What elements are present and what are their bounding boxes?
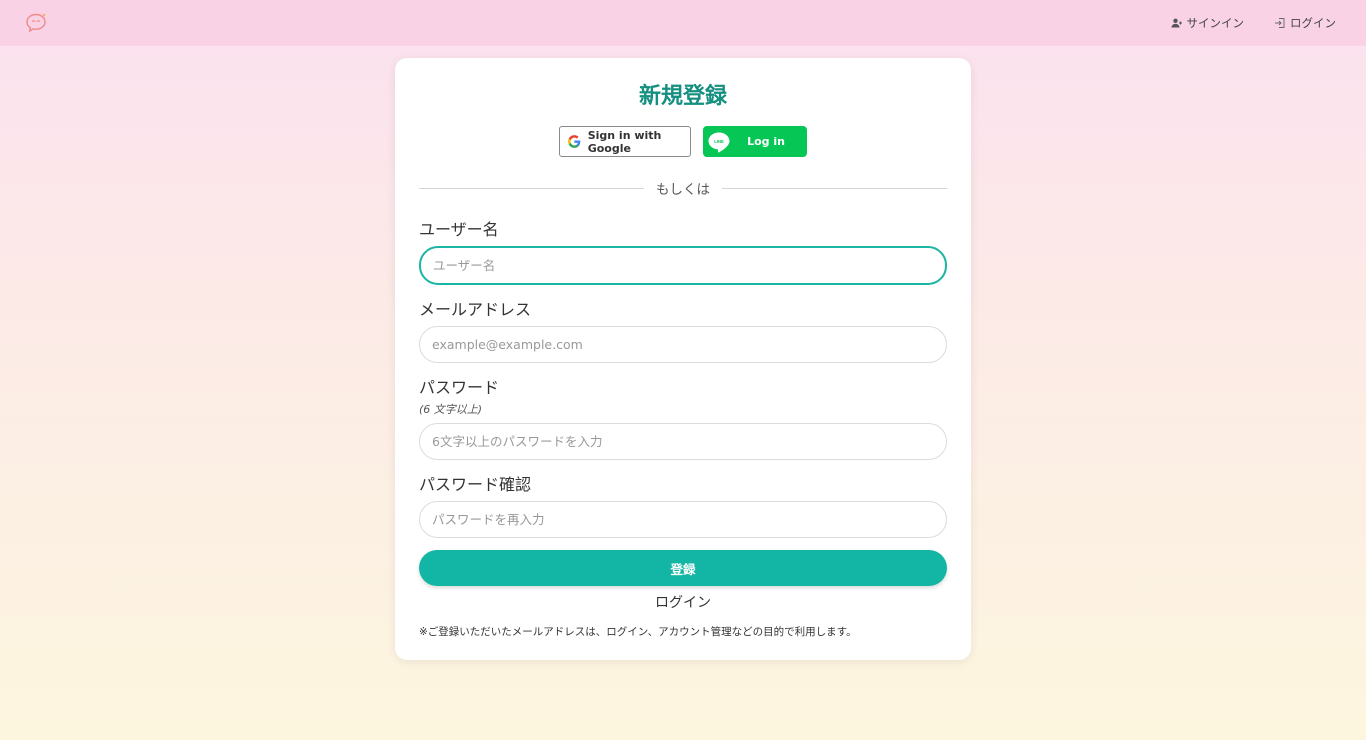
- google-signin-label: Sign in with Google: [587, 128, 662, 155]
- login-nav-link[interactable]: ログイン: [1274, 15, 1336, 31]
- email-label: メールアドレス: [419, 300, 532, 319]
- divider-line-right: [722, 187, 947, 189]
- privacy-note: ※ご登録いただいたメールアドレスは、ログイン、アカウント管理などの目的で利用しま…: [419, 626, 857, 638]
- line-icon: LINE: [708, 132, 730, 152]
- register-button[interactable]: 登録: [419, 550, 947, 586]
- divider-text: もしくは: [656, 182, 710, 198]
- login-link[interactable]: ログイン: [419, 592, 947, 612]
- page-title: 新規登録: [638, 84, 727, 109]
- signin-nav-link[interactable]: サインイン: [1171, 15, 1245, 31]
- register-button-label: 登録: [670, 561, 696, 577]
- username-label: ユーザー名: [419, 220, 499, 239]
- password-input[interactable]: [419, 423, 947, 460]
- social-login-buttons: Sign in with Google LINE Log in: [419, 126, 947, 157]
- user-plus-icon: [1171, 18, 1182, 28]
- password-label: パスワード: [419, 378, 500, 397]
- username-input[interactable]: [419, 246, 947, 285]
- line-icon-text: LINE: [714, 138, 724, 143]
- login-icon: [1275, 18, 1285, 28]
- top-navbar: サインイン ログイン: [0, 0, 1366, 46]
- signup-card: 新規登録 Sign in with Google LINE Log in もしく…: [395, 58, 971, 660]
- password-confirm-input[interactable]: [419, 501, 947, 538]
- google-signin-button[interactable]: Sign in with Google: [559, 126, 691, 157]
- line-login-button[interactable]: LINE Log in: [703, 126, 807, 157]
- line-login-label: Log in: [747, 135, 785, 148]
- logo-icon[interactable]: [24, 11, 48, 35]
- email-input[interactable]: [419, 326, 947, 363]
- login-nav-label: ログイン: [1290, 16, 1336, 30]
- divider-line-left: [419, 187, 644, 189]
- or-divider: もしくは: [419, 178, 947, 198]
- password-confirm-label: パスワード確認: [419, 475, 532, 494]
- password-hint: (6 文字以上): [419, 403, 483, 416]
- header-nav: サインイン ログイン: [1171, 15, 1336, 31]
- google-icon: [568, 135, 581, 148]
- signin-nav-label: サインイン: [1186, 16, 1245, 30]
